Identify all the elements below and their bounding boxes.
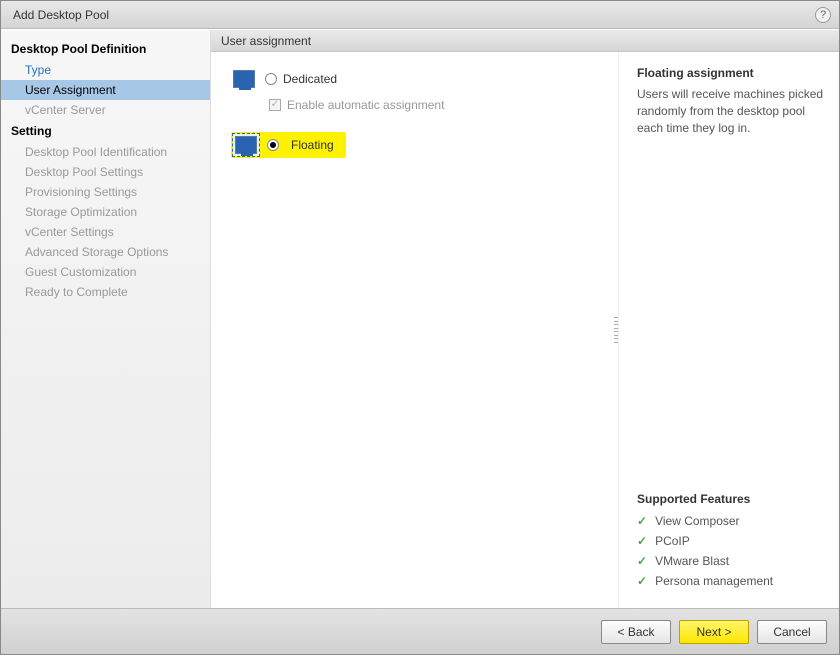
feature-label: VMware Blast [655, 554, 729, 568]
option-dedicated[interactable]: Dedicated ✓ Enable automatic assignment [231, 68, 598, 112]
sidebar-item-vcenter-settings: vCenter Settings [1, 222, 210, 242]
radio-floating[interactable] [267, 139, 279, 151]
checkbox-enable-auto: ✓ [269, 99, 281, 111]
check-icon: ✓ [637, 534, 647, 548]
body: Desktop Pool Definition Type User Assign… [1, 29, 839, 608]
feature-row: ✓ Persona management [637, 574, 825, 588]
check-icon: ✓ [637, 554, 647, 568]
feature-row: ✓ VMware Blast [637, 554, 825, 568]
desktop-icon [231, 68, 257, 90]
sidebar-item-pool-settings: Desktop Pool Settings [1, 162, 210, 182]
sidebar-heading-setting: Setting [1, 120, 210, 142]
radio-floating-label: Floating [285, 137, 340, 153]
sidebar-item-type[interactable]: Type [1, 60, 210, 80]
sidebar-heading-definition: Desktop Pool Definition [1, 38, 210, 60]
add-desktop-pool-window: Add Desktop Pool ? Desktop Pool Definiti… [1, 1, 839, 654]
radio-dedicated[interactable] [265, 73, 277, 85]
sidebar-item-guest-customization: Guest Customization [1, 262, 210, 282]
check-icon: ✓ [637, 514, 647, 528]
footer: < Back Next > Cancel [1, 608, 839, 654]
next-button[interactable]: Next > [679, 620, 749, 644]
back-button[interactable]: < Back [601, 620, 671, 644]
sidebar-item-pool-identification: Desktop Pool Identification [1, 142, 210, 162]
feature-label: PCoIP [655, 534, 690, 548]
main-panel: User assignment Dedicated ✓ [211, 30, 839, 608]
help-icon[interactable]: ? [815, 7, 831, 23]
check-icon: ✓ [637, 574, 647, 588]
feature-row: ✓ PCoIP [637, 534, 825, 548]
sidebar-item-user-assignment[interactable]: User Assignment [1, 80, 210, 100]
feature-label: View Composer [655, 514, 739, 528]
enable-automatic-assignment-row: ✓ Enable automatic assignment [269, 98, 598, 112]
feature-label: Persona management [655, 574, 773, 588]
window-title: Add Desktop Pool [13, 8, 109, 22]
feature-row: ✓ View Composer [637, 514, 825, 528]
sidebar-item-provisioning-settings: Provisioning Settings [1, 182, 210, 202]
option-floating[interactable]: Floating [231, 132, 598, 158]
desktop-icon [233, 134, 259, 156]
resize-handle[interactable] [614, 317, 620, 343]
section-header: User assignment [211, 30, 839, 52]
sidebar-item-storage-optimization: Storage Optimization [1, 202, 210, 222]
sidebar-item-advanced-storage-options: Advanced Storage Options [1, 242, 210, 262]
sidebar-item-ready-to-complete: Ready to Complete [1, 282, 210, 302]
info-description: Users will receive machines picked rando… [637, 86, 825, 136]
cancel-button[interactable]: Cancel [757, 620, 827, 644]
info-panel: Floating assignment Users will receive m… [619, 52, 839, 608]
checkbox-enable-auto-label: Enable automatic assignment [287, 98, 444, 112]
sidebar-item-vcenter-server: vCenter Server [1, 100, 210, 120]
content-row: Dedicated ✓ Enable automatic assignment [211, 52, 839, 608]
radio-dedicated-label: Dedicated [283, 72, 337, 86]
options-panel: Dedicated ✓ Enable automatic assignment [211, 52, 619, 608]
supported-features-title: Supported Features [637, 492, 825, 506]
titlebar: Add Desktop Pool ? [1, 1, 839, 29]
info-title: Floating assignment [637, 66, 825, 80]
sidebar: Desktop Pool Definition Type User Assign… [1, 30, 211, 608]
